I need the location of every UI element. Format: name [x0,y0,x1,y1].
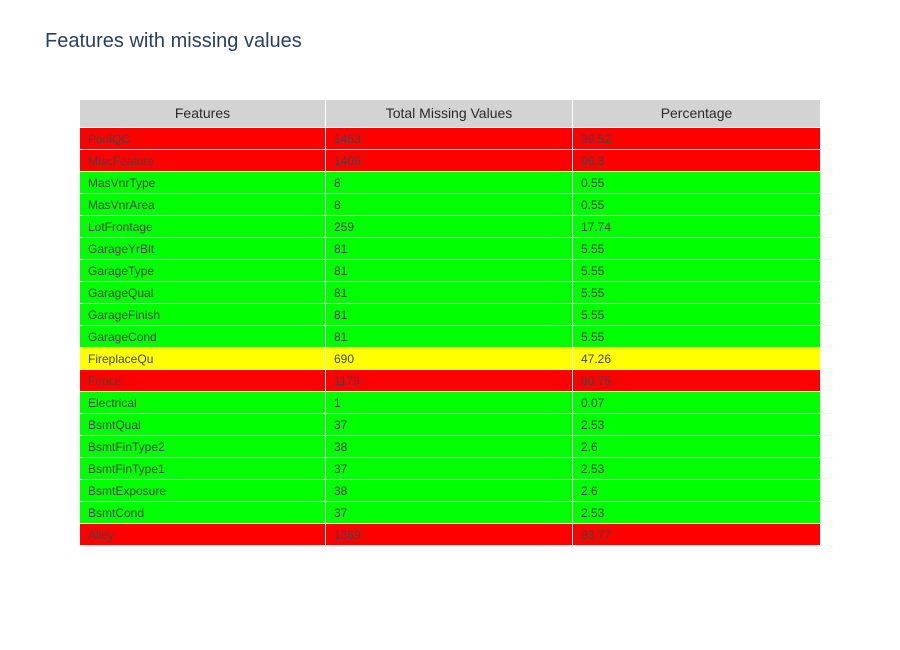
cell-total-missing: 38 [326,436,573,457]
chart-title: Features with missing values [45,30,302,52]
cell-percentage: 2.53 [581,462,605,476]
cell-percentage: 5.55 [581,308,605,322]
cell-total-missing: 81 [326,304,573,325]
cell-feature: BsmtCond [80,502,326,523]
cell-total-missing: 38 [326,480,573,501]
cell-total-missing: 1179 [326,370,573,391]
header-percentage: Percentage [660,105,733,121]
table-header: Features Total Missing Values Percentage [80,100,820,128]
table-row: Alley 1369 93.77 [80,524,820,546]
table-row: BsmtFinType2 38 2.6 [80,436,820,458]
table-body: PoolQC 1453 99.52 MiscFeature 1406 96.3 MasVnr… [80,128,820,546]
cell-percentage: 0.55 [581,198,605,212]
cell-total-missing: 81 [326,238,573,259]
cell-feature: GarageCond [80,326,326,347]
cell-feature: GarageQual [80,282,326,303]
cell-percentage: 5.55 [581,264,605,278]
table-row: PoolQC 1453 99.52 [80,128,820,150]
cell-total-missing: 81 [326,260,573,281]
cell-feature: Electrical [80,392,326,413]
table-row: Fence 1179 80.75 [80,370,820,392]
cell-total-missing: 259 [326,216,573,237]
cell-percentage: 2.53 [581,418,605,432]
cell-feature: BsmtQual [80,414,326,435]
missing-values-table: Features Total Missing Values Percentage… [80,100,820,546]
cell-feature: MasVnrType [80,172,326,193]
cell-feature: BsmtExposure [80,480,326,501]
cell-feature: FireplaceQu [80,348,326,369]
cell-percentage: 0.07 [581,396,605,410]
table-row: MiscFeature 1406 96.3 [80,150,820,172]
table-row: GarageType 81 5.55 [80,260,820,282]
cell-total-missing: 81 [326,282,573,303]
cell-feature: Alley [80,524,326,545]
table-row: GarageQual 81 5.55 [80,282,820,304]
cell-percentage: 2.6 [581,440,598,454]
table-row: BsmtFinType1 37 2.53 [80,458,820,480]
cell-total-missing: 37 [326,414,573,435]
cell-total-missing: 37 [326,502,573,523]
cell-percentage: 93.77 [581,528,612,542]
cell-percentage: 17.74 [581,220,612,234]
cell-feature: LotFrontage [80,216,326,237]
table-row: BsmtQual 37 2.53 [80,414,820,436]
table-row: MasVnrType 8 0.55 [80,172,820,194]
table-row: MasVnrArea 8 0.55 [80,194,820,216]
cell-percentage: 5.55 [581,286,605,300]
cell-percentage: 80.75 [581,374,612,388]
table-row: Electrical 1 0.07 [80,392,820,414]
cell-percentage: 47.26 [581,352,612,366]
cell-feature: GarageType [80,260,326,281]
cell-feature: GarageFinish [80,304,326,325]
cell-feature: MiscFeature [80,150,326,171]
cell-total-missing: 81 [326,326,573,347]
table-row: LotFrontage 259 17.74 [80,216,820,238]
table-row: GarageCond 81 5.55 [80,326,820,348]
cell-percentage: 5.55 [581,242,605,256]
cell-total-missing: 1369 [326,524,573,545]
cell-feature: GarageYrBlt [80,238,326,259]
header-features: Features [80,100,326,128]
cell-total-missing: 1406 [326,150,573,171]
cell-total-missing: 1453 [326,128,573,149]
cell-feature: MasVnrArea [80,194,326,215]
cell-percentage: 96.3 [581,154,605,168]
cell-percentage: 2.53 [581,506,605,520]
cell-total-missing: 690 [326,348,573,369]
cell-percentage: 99.52 [581,132,612,146]
table-row: BsmtExposure 38 2.6 [80,480,820,502]
table-row: GarageFinish 81 5.55 [80,304,820,326]
cell-percentage: 2.6 [581,484,598,498]
cell-feature: PoolQC [80,128,326,149]
table-row: GarageYrBlt 81 5.55 [80,238,820,260]
header-total-missing: Total Missing Values [326,100,573,128]
cell-percentage: 0.55 [581,176,605,190]
cell-feature: BsmtFinType2 [80,436,326,457]
table-row: FireplaceQu 690 47.26 [80,348,820,370]
cell-total-missing: 8 [326,194,573,215]
cell-total-missing: 37 [326,458,573,479]
cell-total-missing: 1 [326,392,573,413]
cell-total-missing: 8 [326,172,573,193]
cell-feature: Fence [80,370,326,391]
cell-feature: BsmtFinType1 [80,458,326,479]
cell-percentage: 5.55 [581,330,605,344]
table-row: BsmtCond 37 2.53 [80,502,820,524]
